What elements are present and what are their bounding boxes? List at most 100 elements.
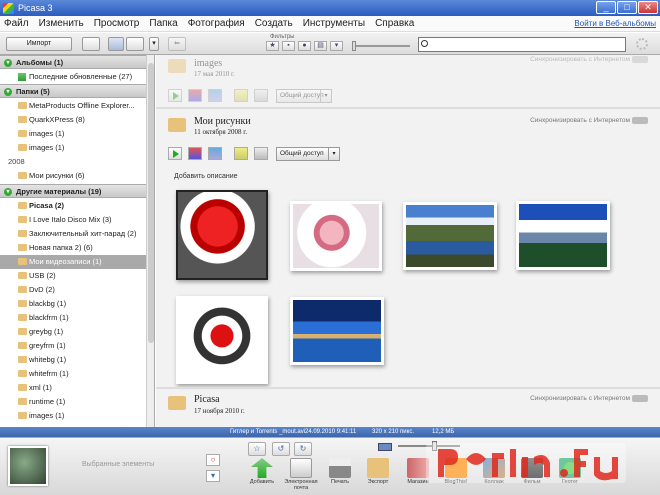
star-icon[interactable]	[234, 89, 248, 102]
upload-icon[interactable]	[208, 89, 222, 102]
sidebar-item-folder[interactable]: images (1)	[0, 409, 146, 423]
sidebar-item-folder[interactable]: DvD (2)	[0, 283, 146, 297]
folder-group-images[interactable]: images 17 мая 2010 г. Синхронизировать с…	[160, 55, 648, 107]
tray-menu-icon[interactable]: ▾	[206, 470, 220, 482]
sidebar-item-recent[interactable]: Последние обновленные (27)	[0, 70, 146, 84]
save-icon[interactable]	[254, 147, 268, 160]
albums-header[interactable]: ▾ Альбомы (1)	[0, 55, 146, 69]
photo-thumbnail[interactable]	[176, 296, 268, 384]
scrollbar-thumb[interactable]	[148, 63, 154, 343]
collapse-icon[interactable]: ▾	[4, 59, 12, 67]
sidebar-item-folder[interactable]: MetaProducts Offline Explorer...	[0, 99, 146, 113]
slideshow-icon[interactable]	[168, 147, 182, 160]
upload-icon[interactable]	[208, 147, 222, 160]
sidebar-item-folder[interactable]: images (1)	[0, 141, 146, 155]
star-icon[interactable]: ☆	[248, 442, 266, 456]
slider-knob[interactable]	[352, 41, 356, 51]
sidebar-item-folder[interactable]: whitebg (1)	[0, 353, 146, 367]
date-filter-slider[interactable]	[352, 41, 410, 51]
sync-switch-icon[interactable]	[632, 56, 648, 63]
menu-edit[interactable]: Изменить	[39, 18, 84, 29]
selected-item-thumbnail[interactable]	[8, 446, 48, 486]
sidebar-item-folder[interactable]: blackfrm (1)	[0, 311, 146, 325]
sync-toggle[interactable]: Синхронизировать с Интернетом	[530, 56, 648, 63]
sidebar-item-folder[interactable]: Заключительный хит-парад (2)	[0, 227, 146, 241]
filter-faces-icon[interactable]: ●	[298, 41, 311, 51]
menu-photo[interactable]: Фотография	[188, 18, 245, 29]
sidebar-scrollbar[interactable]	[146, 55, 154, 427]
sidebar-item-folder[interactable]: whitefrm (1)	[0, 367, 146, 381]
sync-toggle[interactable]: Синхронизировать с Интернетом	[530, 395, 648, 402]
sync-switch-icon[interactable]	[632, 117, 648, 124]
sidebar-item-folder[interactable]: QuarkXPress (8)	[0, 113, 146, 127]
sidebar-item-folder[interactable]: I Love Italo Disco Mix (3)	[0, 213, 146, 227]
list-view-icon[interactable]	[108, 37, 124, 51]
save-icon[interactable]	[254, 89, 268, 102]
filter-geotag-icon[interactable]: ▾	[330, 41, 343, 51]
view-dropdown-icon[interactable]: ▾	[149, 37, 159, 51]
share-button[interactable]: Общий доступ ▾	[276, 89, 332, 103]
sync-toggle[interactable]: Синхронизировать с Интернетом	[530, 117, 648, 124]
sync-switch-icon[interactable]	[632, 395, 648, 402]
sidebar-item-folder[interactable]: images (1)	[0, 127, 146, 141]
other-header[interactable]: ▾ Другие материалы (19)	[0, 184, 146, 198]
add-to-album-icon[interactable]	[82, 37, 100, 51]
sidebar-item-folder[interactable]: greybg (1)	[0, 325, 146, 339]
photo-thumbnail[interactable]	[290, 297, 384, 365]
sidebar-item-folder[interactable]: greyfrm (1)	[0, 339, 146, 353]
add-action[interactable]: Добавить	[244, 458, 280, 485]
menu-create[interactable]: Создать	[255, 18, 293, 29]
group-title: Picasa	[194, 394, 220, 405]
minimize-button[interactable]: _	[596, 1, 616, 14]
filter-movies-icon[interactable]: ▪	[282, 41, 295, 51]
clear-selection-icon[interactable]: ○	[206, 454, 220, 466]
menu-help[interactable]: Справка	[375, 18, 414, 29]
photo-thumbnail[interactable]	[403, 202, 497, 270]
tree-view-icon[interactable]	[126, 37, 144, 51]
export-action[interactable]: Экспорт	[360, 458, 396, 485]
collapse-icon[interactable]: ▾	[4, 188, 12, 196]
import-button[interactable]: Импорт	[6, 37, 72, 51]
back-icon[interactable]: ⇐	[168, 37, 186, 51]
slideshow-icon[interactable]	[168, 89, 182, 102]
photo-thumbnail[interactable]	[290, 201, 382, 271]
add-caption-link[interactable]: Добавить описание	[174, 173, 238, 180]
sidebar-item-folder[interactable]: USB (2)	[0, 269, 146, 283]
filter-uploaded-icon[interactable]: ▤	[314, 41, 327, 51]
photo-thumbnail[interactable]	[176, 190, 268, 280]
star-icon[interactable]	[234, 147, 248, 160]
rotate-right-icon[interactable]: ↻	[294, 442, 312, 456]
folders-header[interactable]: ▾ Папки (5)	[0, 84, 146, 98]
sidebar-item-folder[interactable]: xml (1)	[0, 381, 146, 395]
sidebar-item-folder[interactable]: Новая папка 2) (6)	[0, 241, 146, 255]
menu-file[interactable]: Файл	[4, 18, 29, 29]
collage-icon[interactable]	[188, 89, 202, 102]
sidebar-item-folder[interactable]: blackbg (1)	[0, 297, 146, 311]
sidebar-item-selected[interactable]: Мои видеозаписи (1)	[0, 255, 146, 269]
sidebar-item-folder[interactable]: runtime (1)	[0, 395, 146, 409]
sign-in-link[interactable]: Войти в Веб-альбомы	[574, 19, 656, 28]
print-action[interactable]: Печать	[322, 458, 358, 485]
folder-group-picasa[interactable]: Picasa 17 ноября 2010 г. Синхронизироват…	[160, 391, 648, 427]
filter-starred-icon[interactable]: ★	[266, 41, 279, 51]
collapse-icon[interactable]: ▾	[4, 88, 12, 96]
dropdown-icon[interactable]: ▾	[328, 148, 339, 160]
folder-icon	[18, 116, 27, 123]
maximize-button[interactable]: □	[617, 1, 637, 14]
close-button[interactable]: ✕	[638, 1, 658, 14]
sidebar-item-folder[interactable]: Picasa (2)	[0, 199, 146, 213]
menu-view[interactable]: Просмотр	[94, 18, 140, 29]
email-action[interactable]: Электронная почта	[283, 458, 319, 491]
menu-tools[interactable]: Инструменты	[303, 18, 365, 29]
search-input[interactable]	[418, 37, 626, 52]
sidebar-item-folder[interactable]: Мои рисунки (6)	[0, 169, 146, 183]
share-button[interactable]: Общий доступ ▾	[276, 147, 340, 161]
menu-folder[interactable]: Папка	[149, 18, 177, 29]
collage-icon[interactable]	[188, 147, 202, 160]
action-label: Печать	[330, 479, 350, 485]
rotate-left-icon[interactable]: ↺	[272, 442, 290, 456]
folder-group-my-pictures[interactable]: Мои рисунки 11 октября 2008 г. Синхрониз…	[160, 111, 648, 391]
status-datetime: 24.09.2010 9:41:11	[305, 429, 357, 435]
photo-thumbnail[interactable]	[516, 201, 610, 270]
dropdown-icon[interactable]: ▾	[320, 90, 331, 102]
